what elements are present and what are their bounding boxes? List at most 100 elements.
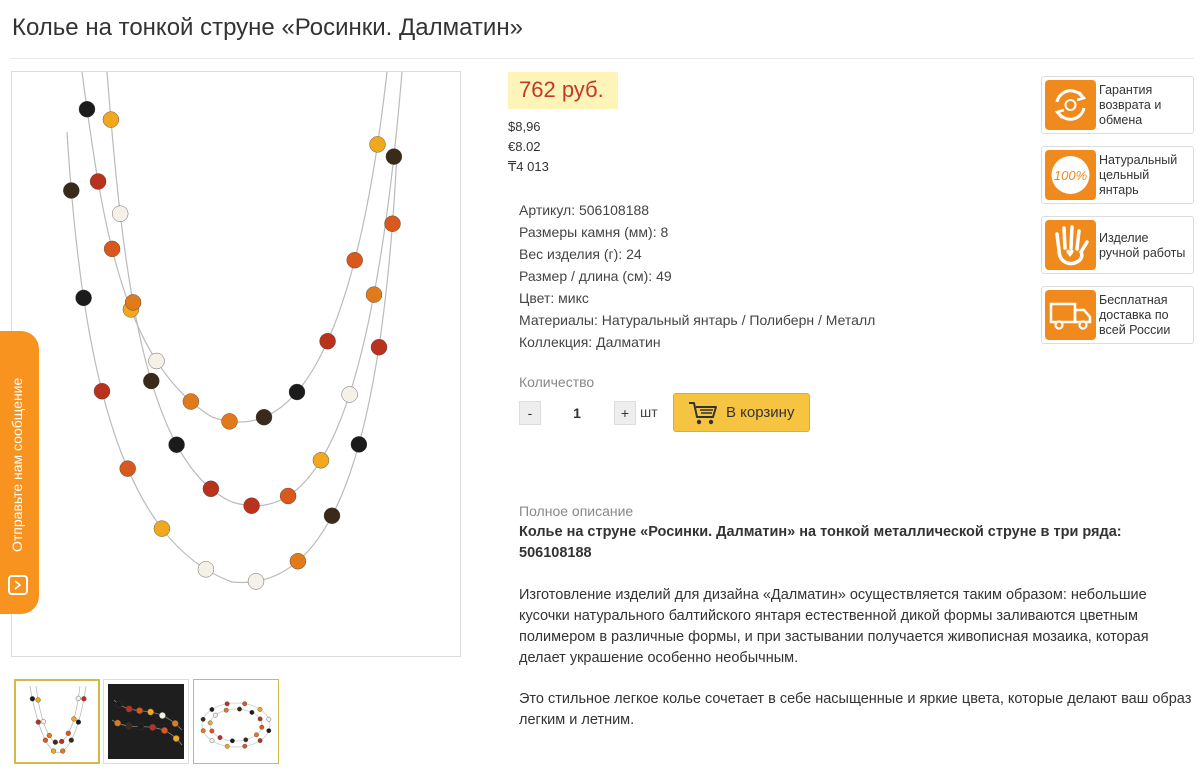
badge-text: Изделие ручной работы [1099,231,1186,260]
description-title: Колье на струне «Росинки. Далматин» на т… [519,524,1122,561]
thumbnail-1[interactable] [14,679,100,764]
spec-row: Вес изделия (г): 24 [519,243,875,265]
bead [119,460,136,477]
bead [81,696,87,702]
spec-key: Размер / длина (см): [519,268,653,284]
bead [161,727,168,734]
bead [148,352,165,370]
bead [242,743,248,749]
badge-natural-amber: 100% Натуральный цельный янтарь [1041,146,1194,204]
bead [78,101,96,118]
spec-row: Коллекция: Далматин [519,331,875,353]
bead [221,413,238,430]
thumbnail-2[interactable] [103,679,189,764]
thumbnail-dark-image [108,684,184,759]
bead [254,732,259,738]
bead [137,723,145,731]
bead [63,182,80,199]
bead [257,706,263,712]
message-icon[interactable] [8,575,28,595]
necklace-image [63,72,403,590]
quantity-increase-button[interactable]: + [614,401,636,425]
bead [209,707,215,712]
bead [143,372,160,390]
bead [59,738,65,745]
spec-row: Цвет: микс [519,287,875,309]
spec-key: Артикул: [519,202,576,218]
bead [65,730,71,736]
bead [29,696,36,702]
bead [89,173,107,190]
bead [217,735,223,740]
thumbnail-3[interactable] [193,679,279,764]
price-usd: $8,96 [508,119,541,134]
thumbnail-necklace-image [29,685,87,754]
bead [35,697,41,703]
badge-return-guarantee: Гарантия возврата и обмена [1041,76,1194,134]
spec-value: 24 [626,246,642,262]
feedback-label[interactable]: Отправьте нам сообщение [2,370,32,560]
bead [224,743,230,749]
spec-key: Вес изделия (г): [519,246,623,262]
spec-key: Размеры камня (мм): [519,224,657,240]
add-to-cart-button[interactable]: В корзину [673,393,810,432]
bead [115,700,123,708]
bead [319,333,336,350]
bead [369,136,386,153]
quantity-input[interactable]: 1 [560,403,594,423]
bead [257,716,263,722]
bead [200,716,206,722]
bead [159,712,166,719]
bead [182,393,200,410]
bead [60,748,66,754]
bead [114,719,122,727]
bead [266,716,272,722]
badge-free-delivery: Бесплатная доставка по всей России [1041,286,1194,344]
bead [172,735,180,742]
bead [171,720,179,727]
cart-icon [689,401,717,424]
spec-row: Материалы: Натуральный янтарь / Полиберн… [519,309,875,331]
badge-text: Гарантия возврата и обмена [1099,83,1162,127]
bead [124,294,142,311]
description-paragraph: Это стильное легкое колье сочетает в себ… [519,691,1192,728]
hand-heart-icon [1045,220,1096,270]
bead [200,728,206,734]
quantity-decrease-button[interactable]: - [519,401,541,425]
bead [35,719,41,725]
bead [370,339,388,356]
product-title: Колье на тонкой струне «Росинки. Далмати… [12,14,523,41]
spec-key: Цвет: [519,290,555,306]
quantity-label: Количество [519,374,595,390]
bead [50,748,57,754]
bead [350,436,368,453]
spec-row: Размеры камня (мм): 8 [519,221,875,243]
bead [40,718,46,725]
badge-handmade: Изделие ручной работы [1041,216,1194,274]
bead [289,553,307,570]
bead [197,561,215,578]
description-paragraph: Изготовление изделий для дизайна «Далмат… [519,587,1149,666]
bead [346,251,363,269]
100-percent-icon: 100% [1045,150,1096,200]
thumbnail-coiled-image [200,701,272,749]
bead [242,701,248,707]
bead [385,148,403,165]
bead [243,737,249,743]
bead [103,240,121,258]
bead [213,712,218,718]
bead [224,701,230,707]
price-eur: €8.02 [508,139,541,154]
bead [125,705,133,713]
product-main-image[interactable] [11,71,461,657]
bead [257,738,263,743]
add-to-cart-label: В корзину [726,404,795,421]
bead [243,497,260,514]
spec-value: 8 [660,224,669,240]
bead [52,739,58,745]
bead [111,205,129,222]
delivery-truck-icon [1045,290,1096,340]
bead [259,724,265,730]
title-divider [10,58,1194,59]
bead [75,289,92,307]
